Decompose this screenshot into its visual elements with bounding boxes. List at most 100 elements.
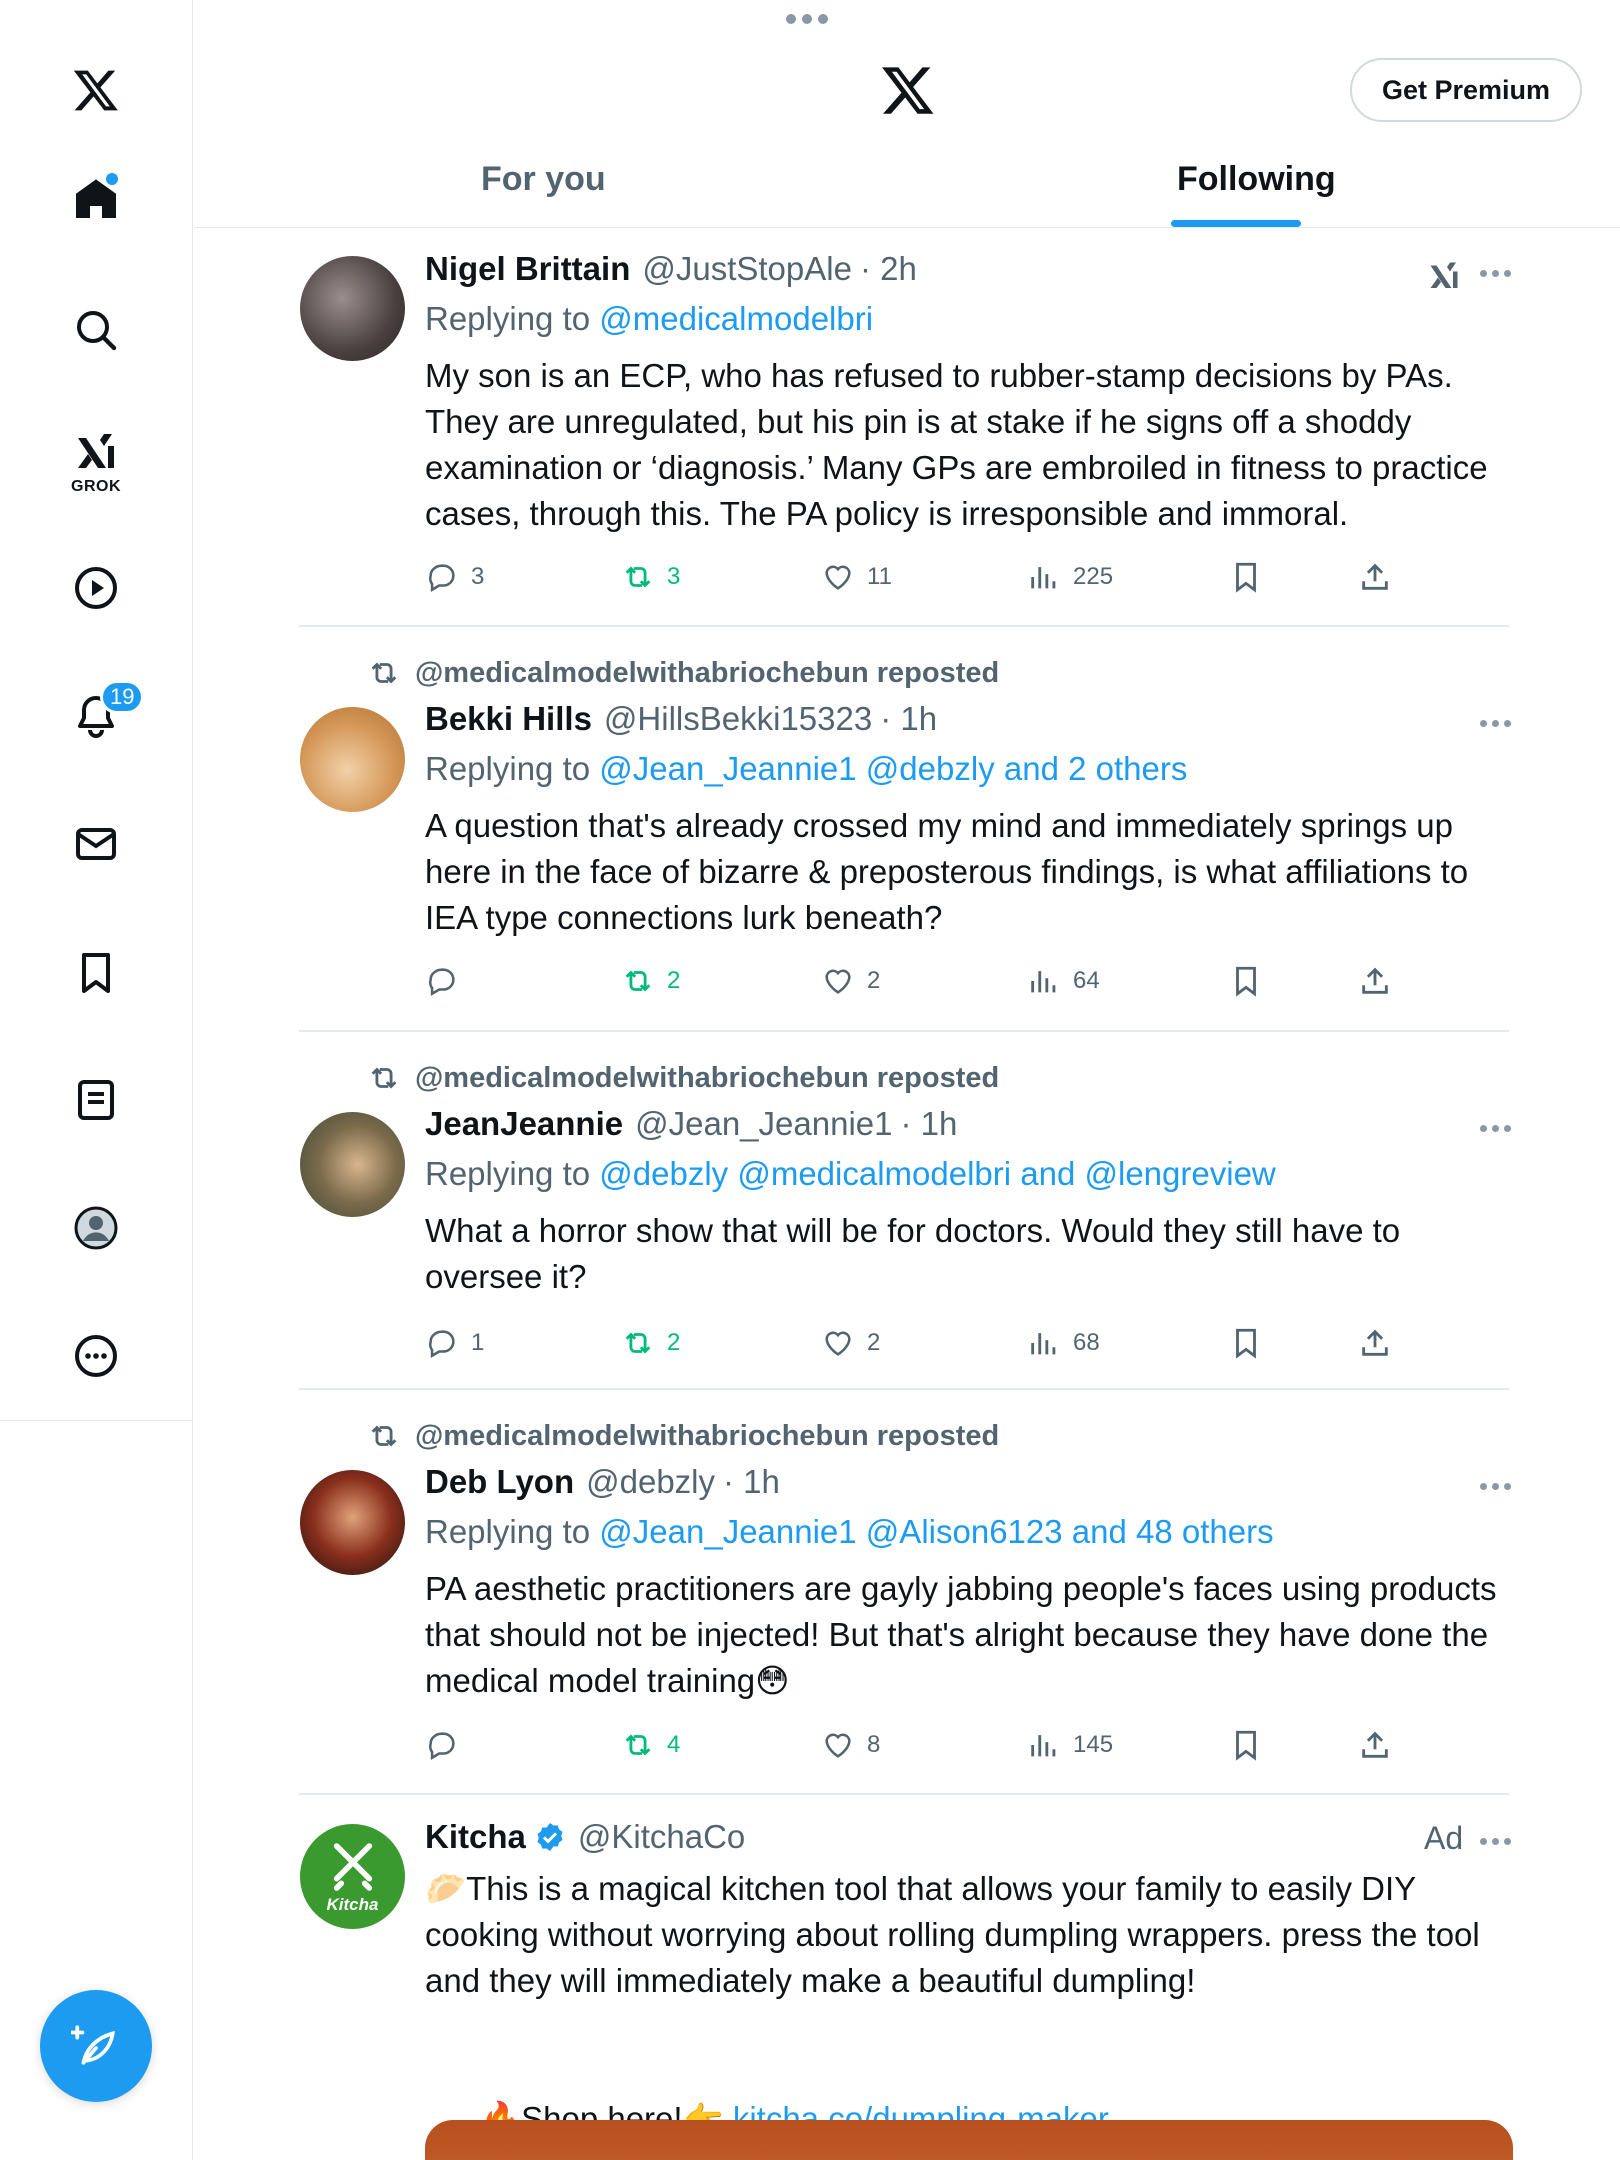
more-options-icon[interactable] — [1480, 1483, 1516, 1495]
post-time[interactable]: · 1h — [901, 1105, 958, 1143]
repost-button[interactable]: 3 — [621, 555, 680, 599]
author-name[interactable]: Nigel Brittain — [425, 250, 630, 288]
avatar[interactable] — [300, 256, 405, 361]
bookmark-button[interactable] — [1229, 555, 1263, 599]
analytics-icon — [1031, 1333, 1056, 1355]
lists-icon[interactable] — [56, 1060, 136, 1140]
grok-label: GROK — [71, 478, 121, 495]
bookmark-button[interactable] — [1229, 1321, 1263, 1365]
like-count: 2 — [867, 1329, 881, 1356]
more-options-icon[interactable] — [1480, 1838, 1516, 1850]
post-actions: 3 3 11 225 — [425, 555, 1505, 599]
like-button[interactable]: 2 — [821, 959, 880, 1003]
reply-targets[interactable]: @debzly @medicalmodelbri and @lengreview — [599, 1155, 1275, 1192]
drag-handle[interactable] — [786, 14, 830, 26]
share-button[interactable] — [1358, 959, 1392, 1003]
reply-targets[interactable]: @medicalmodelbri — [599, 300, 873, 337]
timeline: Nigel Brittain @JustStopAle · 2h Replyin… — [194, 228, 1620, 2160]
repost-icon — [371, 662, 397, 684]
share-icon — [1362, 967, 1388, 994]
bookmark-icon — [1236, 966, 1256, 997]
like-count: 2 — [867, 967, 881, 994]
repost-button[interactable]: 2 — [621, 959, 680, 1003]
post-actions: 1 2 2 68 — [425, 1321, 1505, 1365]
reposted-by[interactable]: @medicalmodelwithabriochebun reposted — [415, 657, 999, 690]
post[interactable]: @medicalmodelwithabriochebun reposted De… — [194, 1389, 1620, 1794]
home-icon[interactable] — [56, 160, 136, 240]
post[interactable]: Nigel Brittain @JustStopAle · 2h Replyin… — [194, 228, 1620, 628]
ad-label: Ad — [1424, 1820, 1464, 1856]
repost-count: 2 — [667, 967, 681, 994]
views-button[interactable]: 225 — [1027, 555, 1113, 599]
video-icon[interactable] — [56, 548, 136, 628]
like-button[interactable]: 8 — [821, 1723, 880, 1767]
share-button[interactable] — [1358, 555, 1392, 599]
share-button[interactable] — [1358, 1321, 1392, 1365]
heart-icon — [825, 565, 851, 590]
x-logo-icon[interactable] — [880, 62, 936, 118]
like-button[interactable]: 2 — [821, 1321, 880, 1365]
x-logo-icon[interactable] — [56, 50, 136, 130]
post[interactable]: @medicalmodelwithabriochebun reposted Je… — [194, 1031, 1620, 1389]
avatar[interactable]: Kitcha — [300, 1824, 405, 1929]
profile-icon[interactable] — [56, 1188, 136, 1268]
replying-to-label: Replying to — [425, 1155, 591, 1192]
analytics-icon — [1031, 567, 1056, 589]
bookmark-button[interactable] — [1229, 1723, 1263, 1767]
author-name[interactable]: Bekki Hills — [425, 700, 592, 738]
bookmark-button[interactable] — [1229, 959, 1263, 1003]
views-button[interactable]: 64 — [1027, 959, 1100, 1003]
post-time[interactable]: · 1h — [723, 1463, 780, 1501]
post[interactable]: @medicalmodelwithabriochebun reposted Be… — [194, 626, 1620, 1031]
reply-button[interactable]: 1 — [425, 1321, 484, 1365]
avatar[interactable] — [300, 707, 405, 812]
reposted-by[interactable]: @medicalmodelwithabriochebun reposted — [415, 1062, 999, 1095]
ad-media-image[interactable] — [425, 2120, 1513, 2160]
more-options-icon[interactable] — [1480, 720, 1516, 732]
repost-icon — [625, 970, 651, 992]
author-name[interactable]: Deb Lyon — [425, 1463, 574, 1501]
share-button[interactable] — [1358, 1723, 1392, 1767]
reply-targets[interactable]: @Jean_Jeannie1 @Alison6123 and 48 others — [599, 1513, 1273, 1550]
tab-following[interactable]: Following — [1177, 160, 1336, 199]
grok-icon[interactable] — [1426, 258, 1462, 294]
author-handle[interactable]: @JustStopAle — [642, 250, 852, 288]
author-handle[interactable]: @HillsBekki15323 — [604, 700, 872, 738]
reply-icon — [429, 968, 455, 997]
reply-targets[interactable]: @Jean_Jeannie1 @debzly and 2 others — [599, 750, 1187, 787]
author-name[interactable]: Kitcha — [425, 1818, 526, 1856]
reposted-by[interactable]: @medicalmodelwithabriochebun reposted — [415, 1420, 999, 1453]
heart-icon — [825, 1331, 851, 1356]
reply-button[interactable] — [425, 959, 471, 1003]
post-time[interactable]: · 2h — [860, 250, 917, 288]
like-button[interactable]: 11 — [821, 555, 892, 599]
post-text: 🥟This is a magical kitchen tool that all… — [425, 1870, 1489, 1999]
search-icon[interactable] — [56, 290, 136, 370]
more-icon[interactable] — [56, 1316, 136, 1396]
author-handle[interactable]: @debzly — [586, 1463, 715, 1501]
compose-post-button[interactable] — [40, 1990, 152, 2102]
avatar-brand-text: Kitcha — [326, 1894, 379, 1914]
messages-icon[interactable] — [56, 804, 136, 884]
reply-button[interactable]: 3 — [425, 555, 484, 599]
left-sidebar: GROK 19 — [0, 0, 193, 2160]
more-options-icon[interactable] — [1480, 1125, 1516, 1137]
view-count: 64 — [1073, 967, 1100, 994]
tab-for-you[interactable]: For you — [481, 160, 606, 199]
get-premium-button[interactable]: Get Premium — [1350, 58, 1582, 122]
repost-button[interactable]: 2 — [621, 1321, 680, 1365]
bookmarks-icon[interactable] — [56, 933, 136, 1013]
reply-button[interactable] — [425, 1723, 471, 1767]
author-handle[interactable]: @Jean_Jeannie1 — [635, 1105, 892, 1143]
avatar[interactable] — [300, 1112, 405, 1217]
post-time[interactable]: · 1h — [880, 700, 937, 738]
repost-button[interactable]: 4 — [621, 1723, 680, 1767]
author-name[interactable]: JeanJeannie — [425, 1105, 623, 1143]
views-button[interactable]: 68 — [1027, 1321, 1100, 1365]
ad-post[interactable]: Kitcha Kitcha @KitchaCo Ad 🥟This is a ma… — [194, 1794, 1620, 2160]
analytics-icon — [1031, 971, 1056, 993]
avatar[interactable] — [300, 1470, 405, 1575]
more-options-icon[interactable] — [1480, 270, 1516, 282]
views-button[interactable]: 145 — [1027, 1723, 1113, 1767]
author-handle[interactable]: @KitchaCo — [578, 1818, 745, 1856]
